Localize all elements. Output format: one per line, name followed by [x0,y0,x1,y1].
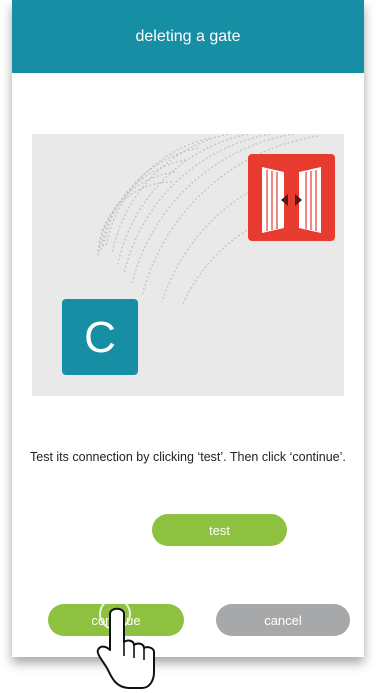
page-title: deleting a gate [135,27,241,45]
app-icon-letter: C [84,313,116,362]
header-bar: deleting a gate [12,0,364,73]
test-button-label: test [209,522,230,538]
cancel-button-label: cancel [264,612,302,628]
sliding-gate-icon [248,154,335,241]
connector-app-icon: C [62,299,138,375]
connection-illustration: C test [32,134,344,546]
phone-screen: deleting a gate C test Test its connecti… [12,0,364,657]
cancel-button[interactable]: cancel [216,604,350,636]
hand-pointer-icon [96,598,155,689]
instruction-text: Test its connection by clicking ‘test’. … [30,450,346,464]
test-button[interactable]: test [152,514,287,546]
